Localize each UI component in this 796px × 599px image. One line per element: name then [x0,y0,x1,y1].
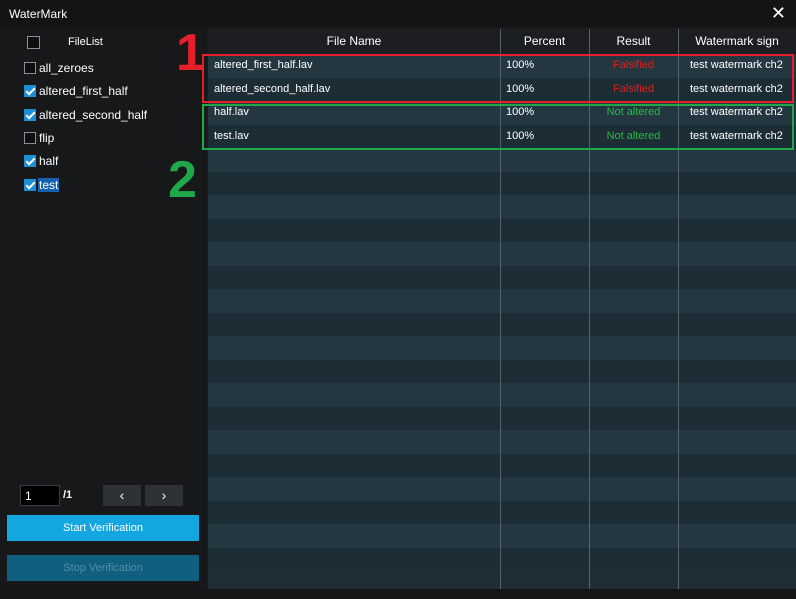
cell-file-name: test.lav [214,129,249,142]
cell-percent: 100% [506,59,535,71]
file-checkbox[interactable] [24,131,36,144]
table-row[interactable]: test.lav 100% Not altered test watermark ch… [208,124,796,148]
empty-table-row [208,406,796,430]
cell-percent: 100% [506,129,535,142]
file-list-item[interactable]: flip [22,129,202,147]
file-name-label: altered_first_half [39,84,128,99]
file-list-item[interactable]: altered_first_half [22,82,202,100]
file-name-label: test [38,177,60,192]
file-name-label: all_zeroes [39,61,94,75]
table-header: File Name Percent Result Watermark sign [208,29,796,54]
empty-table-row [208,453,796,477]
page-number-input[interactable] [20,485,60,506]
app-title: WaterMark [9,7,68,21]
file-list-item[interactable]: all_zeroes [22,59,202,77]
empty-table-row [208,289,796,313]
cell-result: Falsified [613,59,654,71]
cell-result: Falsified [613,82,654,95]
stop-verification-button: Stop Verification [7,555,199,581]
table-body: altered_first_half.lav 100% Falsified test … [208,54,796,589]
select-all-checkbox[interactable] [27,36,40,49]
empty-table-row [208,430,796,454]
next-page-button[interactable]: › [145,485,183,506]
table-row[interactable]: altered_first_half.lav 100% Falsified test … [208,54,796,78]
chevron-right-icon: › [161,487,167,503]
file-checkbox[interactable] [24,155,36,168]
empty-table-row [208,265,796,289]
title-bar: WaterMark ✕ [0,0,796,27]
chevron-left-icon: ‹ [119,487,125,503]
empty-table-row [208,477,796,501]
annotation-marker-2: 2 [168,151,197,209]
close-icon[interactable]: ✕ [771,3,786,23]
empty-table-row [208,500,796,524]
file-checkbox[interactable] [24,85,36,98]
empty-table-row [208,359,796,383]
empty-table-row [208,242,796,266]
file-list-item[interactable]: altered_second_half [22,106,202,124]
empty-table-row [208,171,796,195]
file-checkbox[interactable] [24,178,36,191]
cell-file-name: half.lav [214,106,249,118]
cell-result: Not altered [606,106,661,118]
empty-table-row [208,195,796,219]
column-header-file-name[interactable]: File Name [208,29,500,54]
empty-table-row [208,312,796,336]
empty-table-row [208,547,796,571]
file-list-panel: FileList all_zeroes altered_first_halfalt… [0,27,207,599]
file-checkbox[interactable] [24,62,36,74]
cell-file-name: altered_second_half.lav [214,82,331,95]
cell-result: Not altered [606,129,661,142]
empty-table-row [208,524,796,548]
results-table: File Name Percent Result Watermark sign … [208,29,796,589]
cell-watermark-sign: test watermark ch2 [690,82,783,95]
cell-percent: 100% [506,106,535,118]
column-header-result[interactable]: Result [589,29,678,54]
page-total: /1 [63,489,73,501]
cell-file-name: altered_first_half.lav [214,59,313,71]
file-name-label: half [39,154,59,169]
file-name-label: altered_second_half [39,107,148,122]
column-divider [678,29,679,589]
empty-table-row [208,148,796,172]
prev-page-button[interactable]: ‹ [103,485,141,506]
file-checkbox[interactable] [24,108,36,121]
column-header-percent[interactable]: Percent [500,29,589,54]
cell-watermark-sign: test watermark ch2 [690,129,783,142]
cell-watermark-sign: test watermark ch2 [690,106,783,118]
empty-table-row [208,383,796,407]
table-row[interactable]: half.lav 100% Not altered test watermark ch… [208,101,796,125]
cell-percent: 100% [506,82,535,95]
column-header-watermark-sign[interactable]: Watermark sign [678,29,796,54]
file-name-label: flip [39,130,55,145]
table-row[interactable]: altered_second_half.lav 100% Falsified test… [208,77,796,101]
column-divider [589,29,590,589]
empty-table-row [208,336,796,360]
start-verification-button[interactable]: Start Verification [7,515,199,541]
file-list-title: FileList [68,36,103,48]
column-divider [500,29,501,589]
cell-watermark-sign: test watermark ch2 [690,59,783,71]
annotation-marker-1: 1 [176,24,205,82]
status-strip [0,589,796,599]
empty-table-row [208,218,796,242]
